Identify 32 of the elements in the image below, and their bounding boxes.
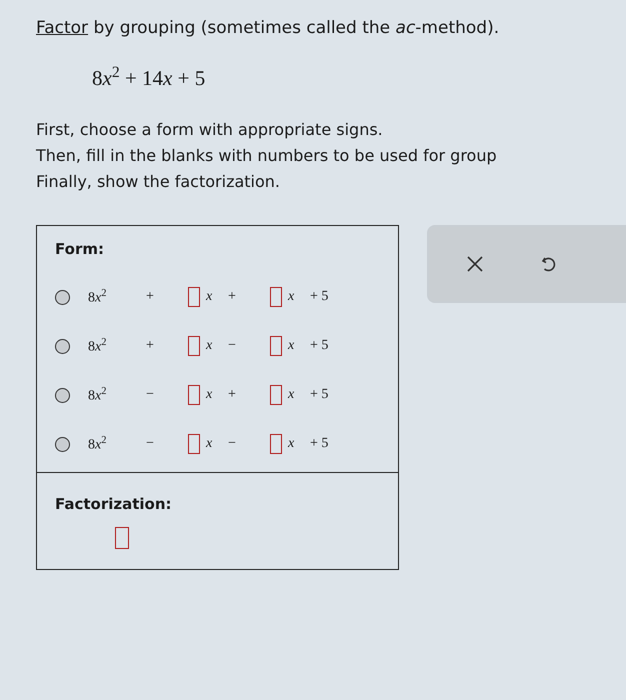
operator-sign: − — [146, 436, 155, 452]
math-term: 8x$^{2}$ — [88, 336, 108, 356]
constant-term: + 5 — [310, 338, 328, 354]
math-term: 8x$^{2}$ — [88, 386, 108, 404]
operator-sign: + — [146, 289, 155, 305]
operator-sign: + — [228, 289, 237, 305]
form-label: Form: — [55, 240, 105, 258]
instruction-text: First, choose a form with appropriate signs. — [36, 119, 384, 141]
instruction-text: Then, fill in the blanks with numbers to be used for group — [36, 145, 498, 167]
variable-text: x — [288, 289, 296, 305]
variable-text: x — [206, 387, 214, 403]
math-term: 8x$^{2}$ — [88, 434, 108, 454]
factor-link[interactable]: Factor — [36, 18, 88, 38]
operator-sign: − — [228, 436, 237, 452]
variable-text: x — [206, 436, 214, 452]
operator-sign: + — [146, 338, 155, 354]
operator-sign: − — [146, 387, 155, 403]
variable-text: x — [288, 436, 296, 452]
variable-text: x — [206, 338, 214, 354]
operator-sign: − — [228, 338, 237, 354]
intro-sentence: Factor by grouping (sometimes called the ac-method). — [36, 18, 500, 38]
variable-text: x — [288, 338, 296, 354]
math-term: 8x$^{2}$ — [88, 288, 108, 306]
factorization-label: Factorization: — [55, 495, 172, 513]
constant-term: + 5 — [310, 387, 328, 403]
variable-text: x — [206, 289, 214, 305]
instruction-text: Finally, show the factorization. — [36, 171, 281, 193]
polynomial-expression: 8x$^{2}$ + 14x + 5 — [92, 64, 206, 91]
constant-term: + 5 — [310, 436, 328, 452]
operator-sign: + — [228, 387, 237, 403]
variable-text: x — [288, 387, 296, 403]
constant-term: + 5 — [310, 289, 328, 305]
